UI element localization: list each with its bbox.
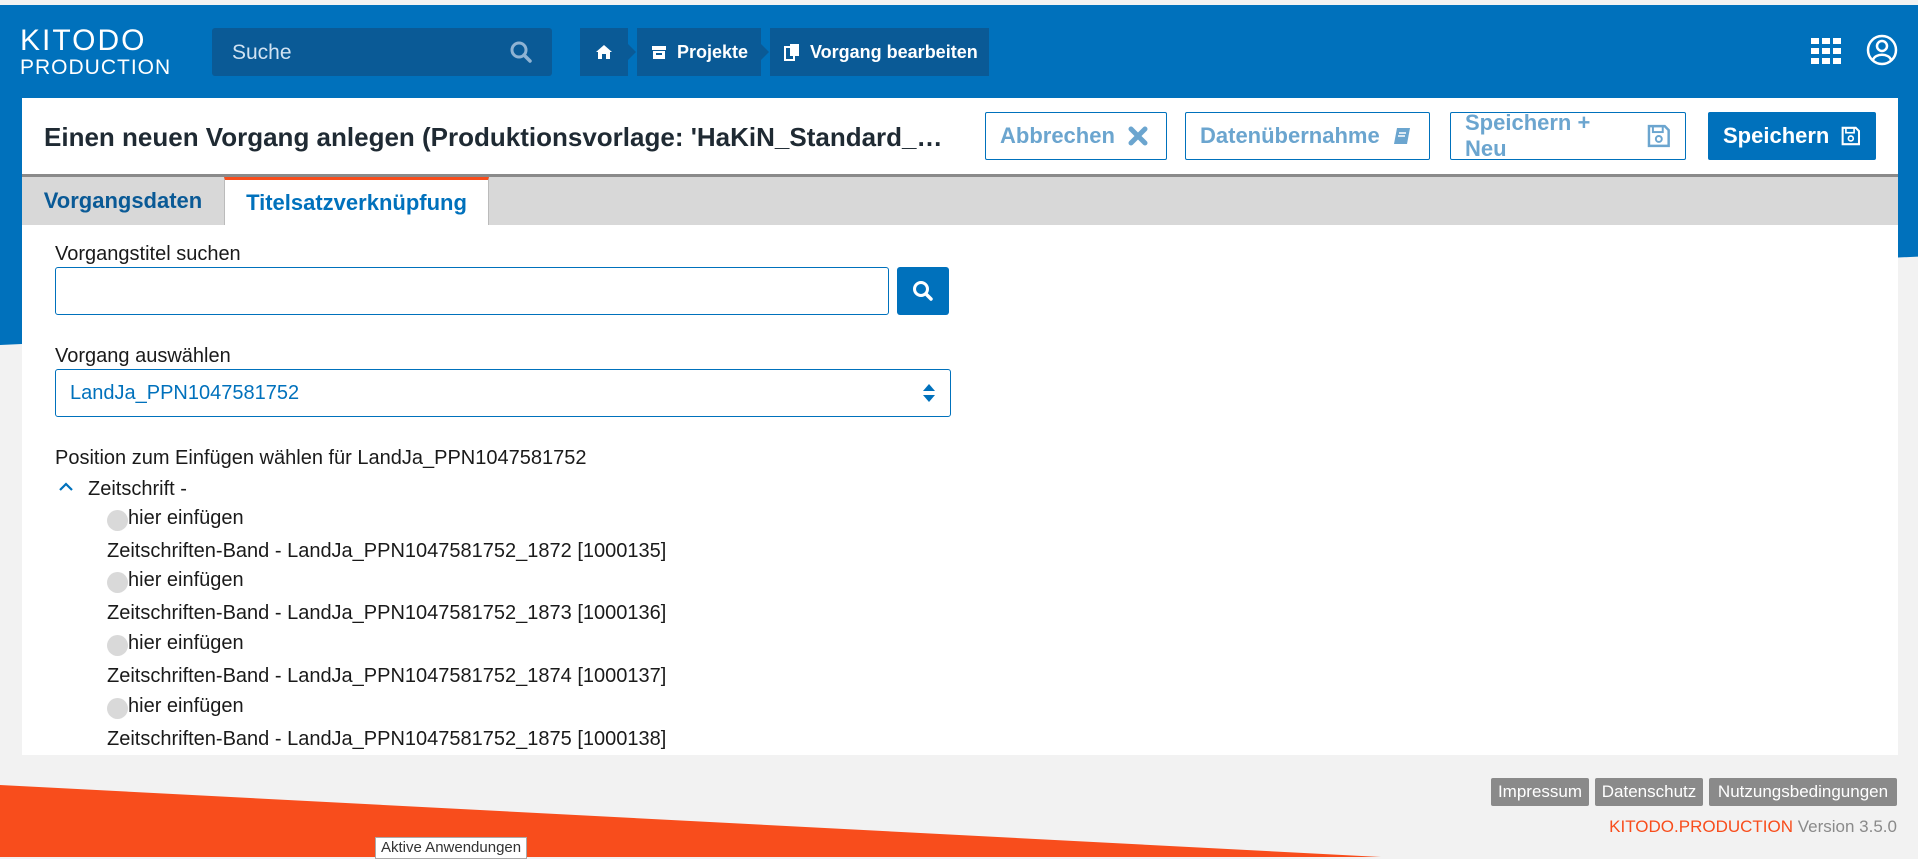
page-title: Einen neuen Vorgang anlegen (Produktions… (44, 122, 949, 152)
insert-position[interactable]: hier einfügen (107, 631, 244, 656)
insert-label: hier einfügen (128, 507, 244, 529)
tree-node: Zeitschriften-Band - LandJa_PPN104758175… (107, 540, 667, 562)
tree-root-label: Zeitschrift - (88, 478, 187, 500)
home-icon (596, 45, 612, 59)
floppy-icon (1648, 124, 1671, 148)
radio-dot (107, 510, 128, 531)
copy-icon (784, 44, 799, 61)
save-button[interactable]: Speichern (1708, 112, 1876, 160)
global-search (212, 28, 552, 78)
breadcrumb-label: Vorgang bearbeiten (810, 41, 978, 62)
process-select[interactable]: LandJa_PPN1047581752 (55, 369, 951, 417)
tooltip: Aktive Anwendungen (375, 837, 528, 859)
save-new-label: Speichern + Neu (1465, 110, 1591, 161)
brand-name: KITODO.PRODUCTION (1609, 817, 1794, 836)
insert-label: hier einfügen (128, 569, 244, 591)
search-title-label: Vorgangstitel suchen (55, 243, 241, 265)
privacy-link[interactable]: Datenschutz (1595, 778, 1703, 806)
breadcrumb-separator (761, 44, 769, 60)
insert-position[interactable]: hier einfügen (107, 506, 244, 531)
book-icon (1393, 128, 1410, 144)
apps-grid-icon[interactable] (1811, 38, 1841, 64)
logo-line2: PRODUCTION (20, 56, 172, 79)
title-bar: Einen neuen Vorgang anlegen (Produktions… (22, 98, 1898, 177)
radio-dot (107, 698, 128, 719)
user-circle-icon[interactable] (1866, 34, 1898, 66)
logo-line1: KITODO (20, 24, 147, 57)
tab-vorgangsdaten[interactable]: Vorgangsdaten (22, 177, 224, 225)
tree-node: Zeitschriften-Band - LandJa_PPN104758175… (107, 728, 667, 750)
tree-node: Zeitschriften-Band - LandJa_PPN104758175… (107, 602, 667, 624)
top-strip (0, 0, 1918, 5)
position-label: Position zum Einfügen wählen für LandJa_… (55, 447, 587, 469)
data-import-button[interactable]: Datenübernahme (1185, 112, 1430, 160)
imprint-link[interactable]: Impressum (1491, 778, 1589, 806)
insert-label: hier einfügen (128, 695, 244, 717)
breadcrumb-home[interactable] (580, 28, 628, 76)
save-and-new-button[interactable]: Speichern + Neu (1450, 110, 1686, 161)
radio-dot (107, 635, 128, 656)
tab-bar: Vorgangsdaten Titelsatzverknüpfung (22, 177, 1898, 225)
search-input[interactable] (212, 28, 514, 78)
archive-icon (652, 46, 666, 59)
select-value: LandJa_PPN1047581752 (70, 381, 300, 404)
breadcrumb-separator (628, 44, 636, 60)
kitodo-logo[interactable]: KITODO PRODUCTION (20, 26, 171, 80)
radio-dot (107, 572, 128, 593)
tree-node: Zeitschriften-Band - LandJa_PPN104758175… (107, 665, 667, 687)
insert-label: hier einfügen (128, 632, 244, 654)
search-icon[interactable] (510, 41, 532, 63)
close-icon (1128, 126, 1148, 146)
title-search-input[interactable] (55, 267, 889, 315)
breadcrumb-label: Projekte (677, 41, 749, 62)
chevron-up-icon[interactable] (58, 482, 74, 492)
data-import-label: Datenübernahme (1200, 123, 1380, 148)
breadcrumb-edit-process[interactable]: Vorgang bearbeiten (770, 28, 989, 76)
breadcrumb-projects[interactable]: Projekte (637, 28, 761, 76)
cancel-button[interactable]: Abbrechen (985, 112, 1167, 160)
save-label: Speichern (1723, 123, 1830, 148)
select-process-label: Vorgang auswählen (55, 345, 231, 367)
terms-link[interactable]: Nutzungsbedingungen (1709, 778, 1897, 806)
sort-arrows-icon (923, 384, 935, 402)
floppy-icon (1841, 126, 1861, 146)
title-search-button[interactable] (897, 267, 949, 315)
cancel-label: Abbrechen (1000, 123, 1115, 148)
version-text: Version 3.5.0 (1797, 817, 1897, 836)
insert-position[interactable]: hier einfügen (107, 568, 244, 593)
insert-position[interactable]: hier einfügen (107, 694, 244, 719)
search-icon (913, 281, 933, 301)
main-card: Einen neuen Vorgang anlegen (Produktions… (22, 98, 1898, 755)
tab-titelsatzverknuepfung[interactable]: Titelsatzverknüpfung (224, 177, 489, 225)
version-info: KITODO.PRODUCTION Version 3.5.0 (1609, 817, 1897, 837)
